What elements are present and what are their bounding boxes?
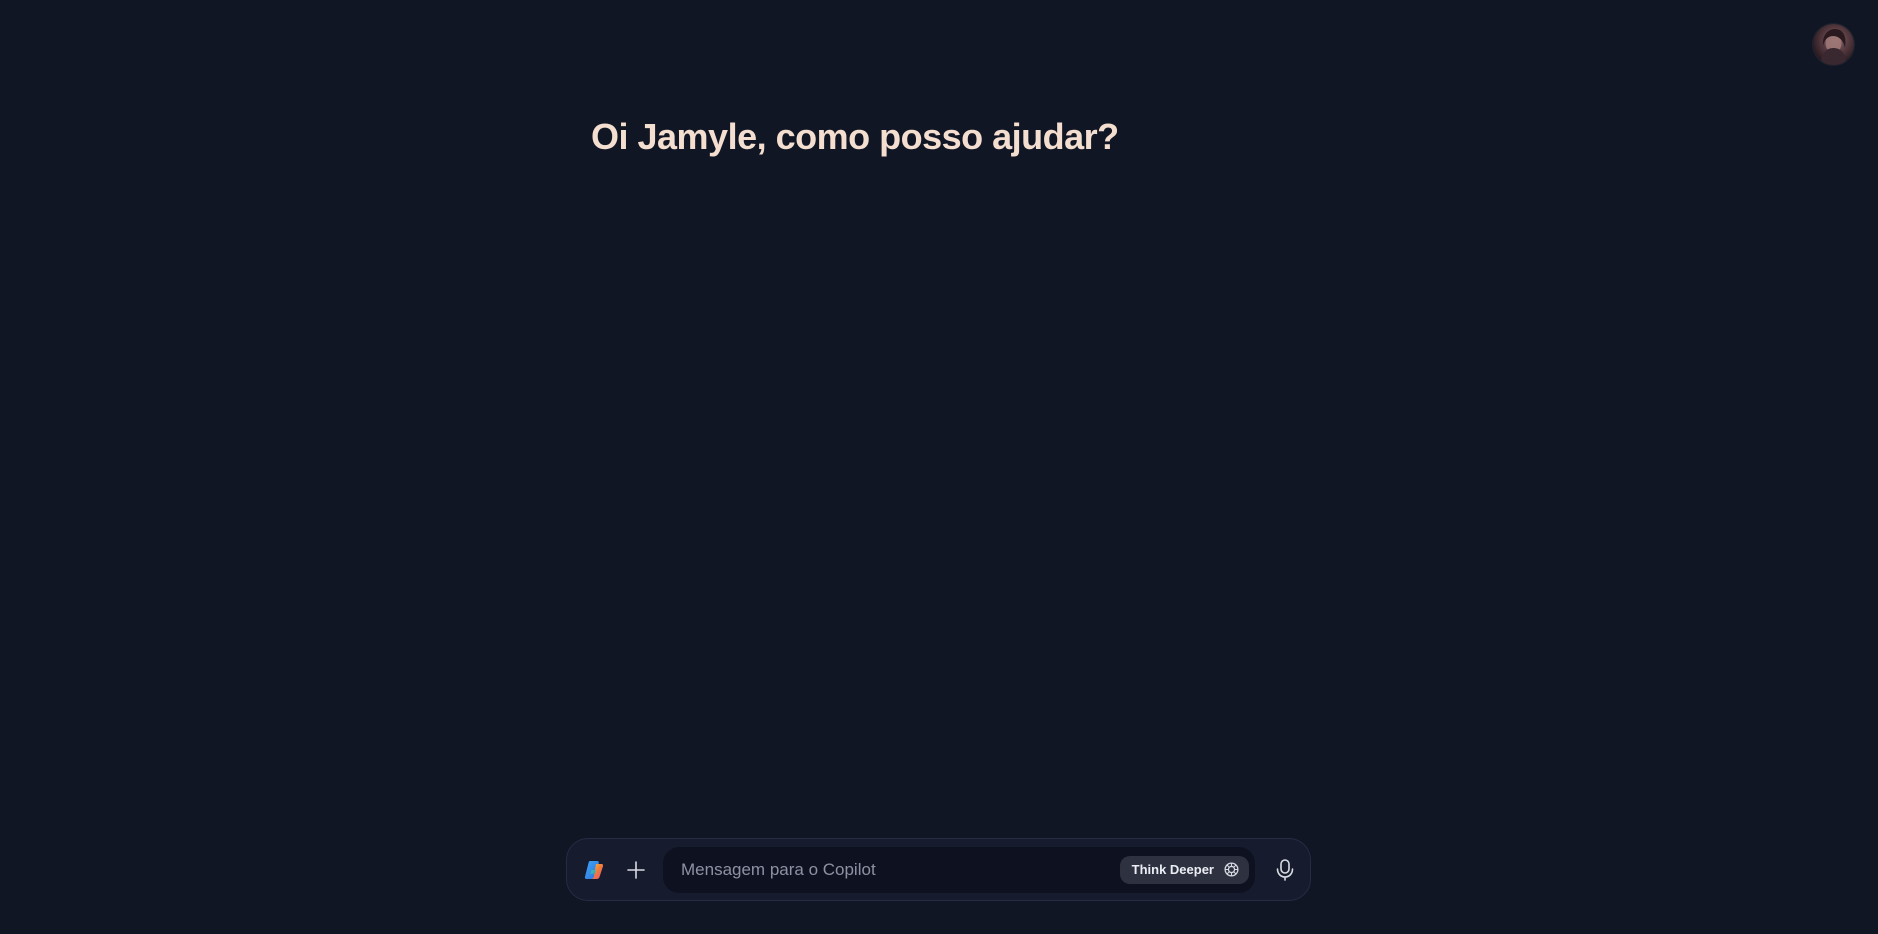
avatar[interactable] — [1813, 24, 1854, 65]
greeting-heading: Oi Jamyle, como posso ajudar? — [591, 116, 1119, 157]
microphone-icon — [1276, 858, 1294, 881]
microphone-button[interactable] — [1268, 853, 1302, 887]
message-input[interactable] — [679, 845, 1120, 894]
message-input-container: Think Deeper — [663, 845, 1255, 894]
plus-icon — [627, 860, 645, 879]
think-deeper-label: Think Deeper — [1131, 862, 1214, 877]
think-deeper-icon — [1222, 861, 1240, 879]
copilot-home: Oi Jamyle, como posso ajudar? Mensagem p… — [0, 0, 1878, 934]
add-attachment-button[interactable] — [621, 855, 651, 885]
copilot-logo-icon[interactable] — [581, 857, 607, 883]
think-deeper-button[interactable]: Think Deeper — [1119, 855, 1249, 884]
message-composer: Think Deeper — [566, 838, 1311, 901]
avatar-photo-icon — [1821, 29, 1846, 65]
